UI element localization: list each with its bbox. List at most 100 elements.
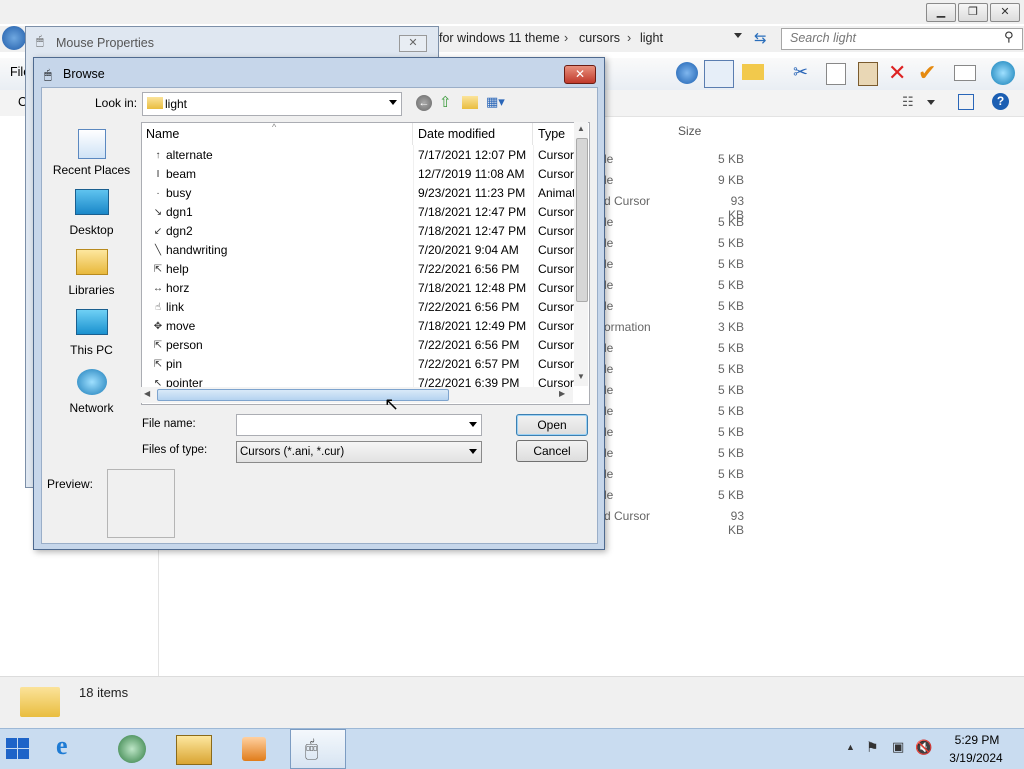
view-options-icon[interactable]: ☷ bbox=[902, 94, 914, 110]
row-size: 3 KB bbox=[717, 320, 744, 334]
row-type-fragment: le bbox=[604, 404, 614, 418]
checkmark-icon[interactable]: ✔ bbox=[918, 60, 936, 86]
files-of-type-select[interactable]: Cursors (*.ani, *.cur) bbox=[236, 441, 482, 463]
back-icon[interactable]: ← bbox=[416, 95, 432, 111]
close-button[interactable]: ✕ bbox=[990, 3, 1020, 22]
look-in-label: Look in: bbox=[95, 96, 138, 110]
place-thispc[interactable]: This PC bbox=[47, 309, 136, 357]
action-center-flag-icon[interactable]: ⚑ bbox=[866, 739, 879, 756]
breadcrumb-separator-icon[interactable]: › bbox=[627, 31, 631, 45]
cancel-button[interactable]: Cancel bbox=[516, 440, 588, 462]
rename-icon[interactable] bbox=[954, 65, 976, 81]
cursor-file-icon: ⇱ bbox=[153, 264, 163, 275]
clock-time[interactable]: 5:29 PM bbox=[952, 733, 1002, 747]
breadcrumb-item[interactable]: for windows 11 theme bbox=[439, 31, 560, 45]
file-row[interactable]: ⇱ help 7/22/2021 6:56 PM Cursor bbox=[142, 260, 574, 279]
row-type-fragment: le bbox=[604, 488, 614, 502]
volume-muted-icon[interactable]: 🔇 bbox=[915, 739, 932, 756]
up-folder-icon[interactable]: ⇧ bbox=[439, 93, 452, 111]
place-libraries[interactable]: Libraries bbox=[47, 249, 136, 297]
show-hidden-icons-icon[interactable]: ▲ bbox=[846, 742, 855, 752]
chevron-down-icon[interactable] bbox=[389, 100, 397, 105]
file-row[interactable]: ↘ dgn1 7/18/2021 12:47 PM Cursor bbox=[142, 203, 574, 222]
desktop-icon bbox=[74, 189, 109, 215]
preview-pane-icon[interactable] bbox=[704, 60, 734, 88]
copy-icon[interactable] bbox=[826, 63, 846, 85]
mouse-props-close-button[interactable]: ✕ bbox=[399, 35, 427, 52]
chevron-down-icon[interactable] bbox=[469, 422, 477, 427]
paste-icon[interactable] bbox=[858, 62, 878, 86]
look-in-combobox[interactable]: light bbox=[142, 92, 402, 116]
file-name: handwriting bbox=[166, 243, 228, 257]
network-status-icon[interactable]: ▣ bbox=[892, 739, 904, 755]
breadcrumb-item[interactable]: cursors bbox=[579, 31, 620, 45]
up-arrow-icon[interactable] bbox=[676, 62, 698, 84]
cut-icon[interactable]: ✂ bbox=[793, 62, 808, 83]
taskbar-ie[interactable]: e bbox=[42, 729, 98, 769]
file-name: alternate bbox=[166, 148, 213, 162]
file-date: 7/22/2021 6:56 PM bbox=[418, 300, 520, 314]
place-network[interactable]: Network bbox=[47, 369, 136, 415]
column-header-name[interactable]: Name ^ bbox=[142, 123, 413, 145]
refresh-icon[interactable]: ⇆ bbox=[754, 29, 767, 47]
delete-icon[interactable]: ✕ bbox=[888, 60, 906, 86]
row-type-fragment: le bbox=[604, 257, 614, 271]
file-row[interactable]: ⇱ pin 7/22/2021 6:57 PM Cursor bbox=[142, 355, 574, 374]
file-listview[interactable]: Name ^ Date modified Type ↑ alternate 7/17… bbox=[141, 122, 590, 405]
file-date: 7/18/2021 12:47 PM bbox=[418, 205, 527, 219]
back-icon[interactable] bbox=[2, 26, 26, 50]
globe-icon[interactable] bbox=[991, 61, 1015, 85]
scroll-left-icon[interactable]: ◀ bbox=[144, 389, 150, 398]
vertical-scrollbar[interactable]: ▲ ▼ bbox=[574, 122, 588, 386]
browse-close-button[interactable]: ✕ bbox=[564, 65, 596, 84]
search-input[interactable]: Search light ⚲ bbox=[781, 28, 1023, 50]
file-type: Cursor bbox=[538, 148, 574, 162]
scroll-down-icon[interactable]: ▼ bbox=[577, 372, 585, 381]
breadcrumb-separator-icon[interactable]: › bbox=[564, 31, 568, 45]
start-button[interactable] bbox=[6, 738, 30, 760]
column-header-type[interactable]: Type bbox=[534, 123, 574, 145]
place-recent[interactable]: Recent Places bbox=[47, 129, 136, 177]
horizontal-scroll-thumb[interactable] bbox=[157, 389, 449, 401]
file-type: Cursor bbox=[538, 167, 574, 181]
place-desktop[interactable]: Desktop bbox=[47, 189, 136, 237]
address-dropdown-icon[interactable] bbox=[734, 33, 742, 38]
restore-button[interactable]: ❐ bbox=[958, 3, 988, 22]
search-icon[interactable]: ⚲ bbox=[1004, 29, 1014, 45]
row-size: 5 KB bbox=[717, 278, 744, 292]
horizontal-scrollbar[interactable]: ◀ ▶ bbox=[141, 387, 573, 403]
file-row[interactable]: ↙ dgn2 7/18/2021 12:47 PM Cursor bbox=[142, 222, 574, 241]
row-size: 5 KB bbox=[717, 446, 744, 460]
computer-icon bbox=[75, 309, 108, 335]
file-row[interactable]: ☝ link 7/22/2021 6:56 PM Cursor bbox=[142, 298, 574, 317]
scroll-up-icon[interactable]: ▲ bbox=[577, 124, 585, 133]
pane-icon[interactable] bbox=[958, 94, 974, 110]
minimize-button[interactable]: ▁ bbox=[926, 3, 956, 22]
clock-date[interactable]: 3/19/2024 bbox=[948, 751, 1004, 765]
file-row[interactable]: ↔ horz 7/18/2021 12:48 PM Cursor bbox=[142, 279, 574, 298]
view-menu-icon[interactable]: ▦▾ bbox=[486, 94, 505, 110]
breadcrumb-item[interactable]: light bbox=[640, 31, 663, 45]
folder-check-icon[interactable] bbox=[742, 64, 764, 80]
size-column-header[interactable]: Size bbox=[678, 124, 701, 138]
taskbar-mouse[interactable]: 🖱 bbox=[290, 729, 346, 769]
file-row[interactable]: ✥ move 7/18/2021 12:49 PM Cursor bbox=[142, 317, 574, 336]
taskbar-media[interactable] bbox=[104, 729, 160, 769]
file-row[interactable]: · busy 9/23/2021 11:23 PM Animated Cursor bbox=[142, 184, 574, 203]
file-row[interactable]: ↑ alternate 7/17/2021 12:07 PM Cursor bbox=[142, 146, 575, 165]
file-row[interactable]: Ibeam 12/7/2019 11:08 AM Cursor bbox=[142, 165, 574, 184]
vertical-scroll-thumb[interactable] bbox=[576, 138, 588, 302]
new-folder-icon[interactable] bbox=[462, 96, 478, 109]
file-row[interactable]: ⇱ person 7/22/2021 6:56 PM Cursor bbox=[142, 336, 574, 355]
view-dropdown-icon[interactable] bbox=[927, 100, 935, 105]
chevron-down-icon[interactable] bbox=[469, 449, 477, 454]
mouse-icon: 🖱 bbox=[36, 33, 44, 48]
taskbar-player[interactable] bbox=[228, 729, 284, 769]
taskbar-explorer[interactable] bbox=[166, 729, 222, 769]
scroll-right-icon[interactable]: ▶ bbox=[559, 389, 565, 398]
help-icon[interactable]: ? bbox=[992, 93, 1009, 110]
column-header-date[interactable]: Date modified bbox=[414, 123, 533, 145]
file-name-input[interactable] bbox=[236, 414, 482, 436]
open-button[interactable]: Open bbox=[516, 414, 588, 436]
file-row[interactable]: ╲ handwriting 7/20/2021 9:04 AM Cursor bbox=[142, 241, 574, 260]
